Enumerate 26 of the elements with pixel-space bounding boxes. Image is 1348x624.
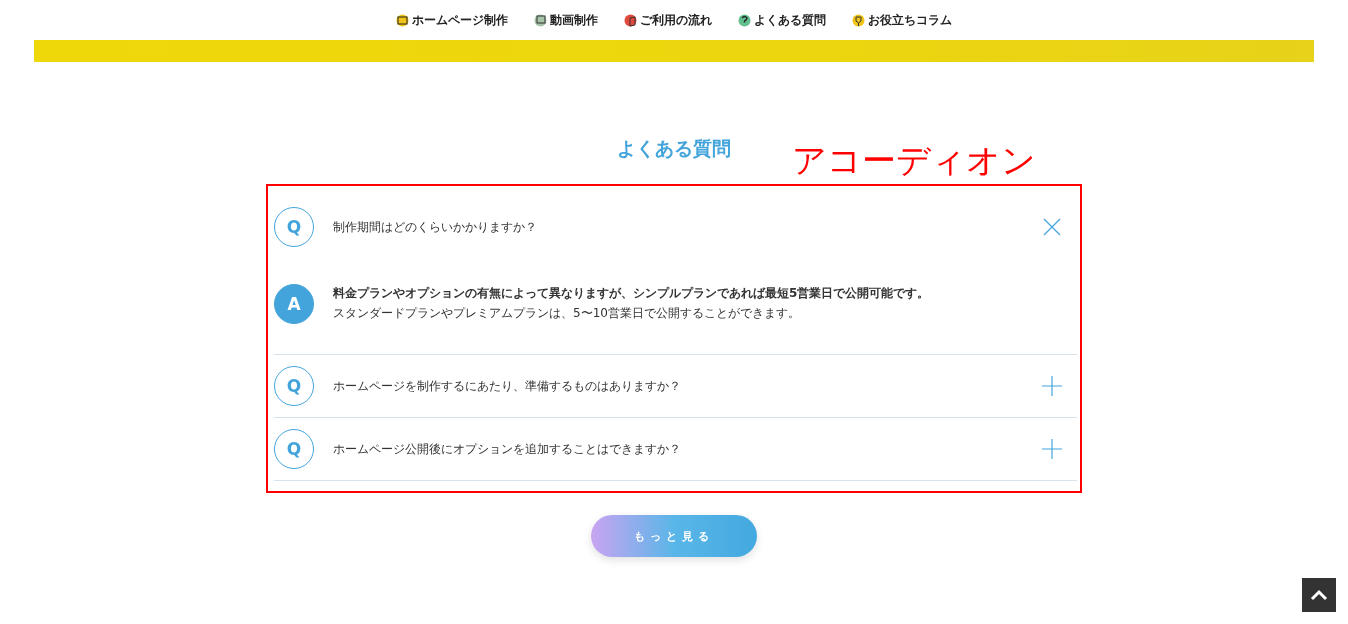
nav-link[interactable]: よくある質問 <box>738 11 826 29</box>
nav-link[interactable]: ホームページ制作 <box>396 11 508 29</box>
nav-link[interactable]: 動画制作 <box>534 11 598 29</box>
monitor-icon <box>534 13 547 27</box>
book-icon <box>624 13 637 27</box>
answer-mark-circle: A <box>274 284 314 324</box>
question-mark-circle: Q <box>274 429 314 469</box>
answer-text: スタンダードプランやプレミアムプランは、5〜10営業日で公開することができます。 <box>333 305 801 322</box>
question-mark-circle: Q <box>274 366 314 406</box>
question-mark-circle: Q <box>274 207 314 247</box>
plus-icon[interactable] <box>1041 375 1063 397</box>
trophy-icon <box>852 13 865 27</box>
picture-icon <box>396 13 409 27</box>
annotation-label: アコーディオン <box>792 139 1036 182</box>
answer-text: 料金プランやオプションの有無によって異なりますが、シンプルプランであれば最短5営業日で公開可能です。 <box>333 285 930 302</box>
question-icon <box>738 13 751 27</box>
question-text[interactable]: 制作期間はどのくらいかかりますか？ <box>333 218 1041 236</box>
question-text[interactable]: ホームページを制作するにあたり、準備するものはありますか？ <box>333 377 1041 395</box>
nav-link[interactable]: ご利用の流れ <box>624 11 712 29</box>
chevron-up-icon <box>1310 589 1328 601</box>
close-icon[interactable] <box>1041 216 1063 238</box>
question-text[interactable]: ホームページ公開後にオプションを追加することはできますか？ <box>333 440 1041 458</box>
section-heading: よくある質問 <box>617 136 731 161</box>
plus-icon[interactable] <box>1041 438 1063 460</box>
nav-link[interactable]: お役立ちコラム <box>852 11 952 29</box>
back-to-top-button[interactable] <box>1302 578 1336 612</box>
